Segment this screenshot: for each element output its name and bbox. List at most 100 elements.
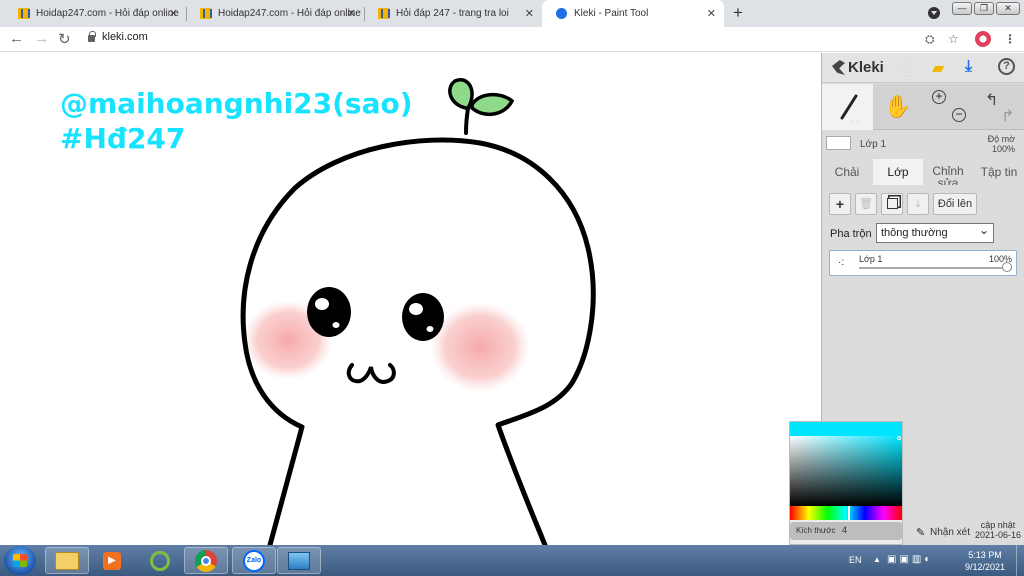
drawing-canvas[interactable]: @maihoangnhi23(sao) #Hđ247 xyxy=(0,53,821,545)
kleki-logo[interactable]: Kleki xyxy=(832,59,884,76)
add-layer-button[interactable]: + xyxy=(829,193,851,215)
update-info: cập nhật 2021-06-16 xyxy=(975,520,1021,540)
chrome-icon xyxy=(195,549,217,572)
duplicate-icon xyxy=(886,198,898,209)
open-folder-icon[interactable]: ▰ xyxy=(932,58,944,78)
tab-kleki[interactable]: Kleki - Paint Tool ✕ xyxy=(542,0,724,27)
sprout-leaf-left xyxy=(448,78,474,110)
show-desktop-button[interactable] xyxy=(1016,545,1024,576)
right-cheek-blush xyxy=(430,302,530,392)
layer-opacity-slider[interactable] xyxy=(859,267,1004,269)
left-eye-highlight-small xyxy=(332,322,340,328)
panel-tabs: Chải Lớp Chỉnh sửa Tập tin xyxy=(822,159,1024,189)
close-window-icon[interactable]: ✕ xyxy=(996,2,1020,15)
merge-down-button[interactable]: ⤓ xyxy=(907,193,929,215)
zoom-out-icon[interactable]: − xyxy=(952,108,966,122)
tab-search-icon[interactable] xyxy=(928,7,940,19)
sprout-leaf-right xyxy=(470,92,515,117)
hoidap-favicon-icon xyxy=(200,8,212,19)
layer-list-item[interactable]: ·: Lớp 1 100% xyxy=(829,250,1017,276)
saturation-value-area[interactable] xyxy=(790,436,902,506)
kleki-header: Kleki ▯ ▰ ⤓ ? xyxy=(822,53,1024,83)
brush-size-slider[interactable]: Kích thước 4 xyxy=(790,522,902,540)
tab-file[interactable]: Tập tin xyxy=(973,159,1024,185)
brush-tool-button[interactable] xyxy=(822,84,873,130)
current-color-swatch[interactable] xyxy=(790,422,902,436)
browser-toolbar: ← → ↻ kleki.com ⛭ ☆ ⋮ xyxy=(0,27,1024,52)
taskbar-media-player[interactable]: ▶ xyxy=(90,547,134,574)
layer-item-name: Lớp 1 xyxy=(859,254,883,264)
restore-icon[interactable]: ❐ xyxy=(974,2,994,15)
folder-icon xyxy=(55,551,79,570)
taskbar-coccoc[interactable] xyxy=(138,547,182,574)
taskbar-chrome[interactable] xyxy=(184,547,228,574)
layer-opacity-knob[interactable] xyxy=(1002,262,1012,272)
bookmark-star-icon[interactable]: ☆ xyxy=(948,32,959,46)
tab-close-icon[interactable]: ✕ xyxy=(169,7,178,20)
blend-mode-select[interactable]: thông thường xyxy=(876,221,994,243)
tab-close-icon[interactable]: ✕ xyxy=(347,7,356,20)
delete-layer-button[interactable]: 🗑 xyxy=(855,193,877,215)
undo-redo-group: ↰ ↱ xyxy=(973,84,1024,130)
tab-hoidap-1[interactable]: Hoidap247.com - Hỏi đáp online ✕ xyxy=(4,0,186,27)
taskbar-zalo[interactable]: Zalo xyxy=(232,547,276,574)
layer-item-thumbnail: ·: xyxy=(838,257,845,268)
current-layer-name: Lớp 1 xyxy=(860,139,887,150)
media-player-icon: ▶ xyxy=(103,551,121,570)
menu-dots-icon[interactable]: ⋮ xyxy=(1004,32,1016,46)
undo-icon[interactable]: ↰ xyxy=(985,90,998,110)
tab-close-icon[interactable]: ✕ xyxy=(525,7,534,20)
tray-app-icons[interactable]: ▣▣▥◐ xyxy=(887,554,933,565)
duplicate-layer-button[interactable] xyxy=(881,193,903,215)
tab-hoidap-3[interactable]: Hỏi đáp 247 - trang tra loi ✕ xyxy=(364,0,542,27)
reload-icon[interactable]: ↻ xyxy=(58,30,71,48)
trash-icon: 🗑 xyxy=(859,198,873,210)
address-bar[interactable]: kleki.com xyxy=(88,30,148,43)
clock-date: 9/12/2021 xyxy=(965,562,1006,572)
brush-icon xyxy=(840,94,858,122)
help-icon[interactable]: ? xyxy=(998,58,1015,75)
forward-icon[interactable]: → xyxy=(34,30,49,47)
new-image-icon[interactable]: ▯ xyxy=(901,58,910,78)
kleki-logo-icon xyxy=(832,60,845,75)
tab-close-icon[interactable]: ✕ xyxy=(707,7,716,20)
zoom-tool-button[interactable]: + − xyxy=(923,84,973,130)
zoom-in-icon[interactable]: + xyxy=(932,90,946,104)
right-eye xyxy=(402,293,444,341)
start-button[interactable] xyxy=(4,546,36,575)
move-up-button[interactable]: Đổi lên xyxy=(933,193,977,215)
windows-taskbar: ▶ Zalo EN ▲ ▣▣▥◐ 5:13 PM 9/12/2021 xyxy=(0,545,1024,576)
translate-icon[interactable]: ⛭ xyxy=(925,32,935,47)
taskbar-photo-viewer[interactable] xyxy=(277,547,321,574)
tab-layers[interactable]: Lớp xyxy=(873,159,923,185)
window-controls: — ❐ ✕ xyxy=(952,2,1020,15)
download-icon[interactable]: ⤓ xyxy=(965,58,972,76)
update-label: cập nhật xyxy=(980,520,1016,530)
brush-size-value: 4 xyxy=(842,525,848,535)
signature-line-1: @maihoangnhi23(sao) xyxy=(60,87,413,120)
clock-time: 5:13 PM xyxy=(968,550,1002,560)
profile-avatar[interactable] xyxy=(975,31,991,47)
tool-row: ✋ + − ↰ ↱ xyxy=(822,84,1024,130)
minimize-icon[interactable]: — xyxy=(952,2,972,15)
language-indicator[interactable]: EN xyxy=(849,555,862,565)
tab-hoidap-2[interactable]: Hoidap247.com - Hỏi đáp online ✕ xyxy=(186,0,364,27)
hue-slider[interactable] xyxy=(790,506,902,520)
tray-arrow-icon[interactable]: ▲ xyxy=(873,555,881,564)
picker-cursor[interactable] xyxy=(897,436,901,440)
hue-cursor[interactable] xyxy=(848,506,850,520)
tab-edit[interactable]: Chỉnh sửa xyxy=(923,159,973,189)
back-icon[interactable]: ← xyxy=(9,30,24,47)
layer-thumbnail[interactable] xyxy=(826,136,851,150)
taskbar-clock[interactable]: 5:13 PM 9/12/2021 xyxy=(965,549,1005,573)
coccoc-icon xyxy=(150,550,170,571)
taskbar-explorer[interactable] xyxy=(45,547,89,574)
hand-icon: ✋ xyxy=(884,94,912,119)
redo-icon[interactable]: ↱ xyxy=(1001,106,1014,126)
hand-tool-button[interactable]: ✋ xyxy=(873,84,923,130)
kleki-logo-text: Kleki xyxy=(848,59,884,76)
feedback-button[interactable]: Nhận xét xyxy=(930,527,970,538)
kleki-favicon-icon xyxy=(556,8,567,19)
new-tab-button[interactable]: + xyxy=(733,3,743,23)
tab-brush[interactable]: Chải xyxy=(822,159,872,185)
